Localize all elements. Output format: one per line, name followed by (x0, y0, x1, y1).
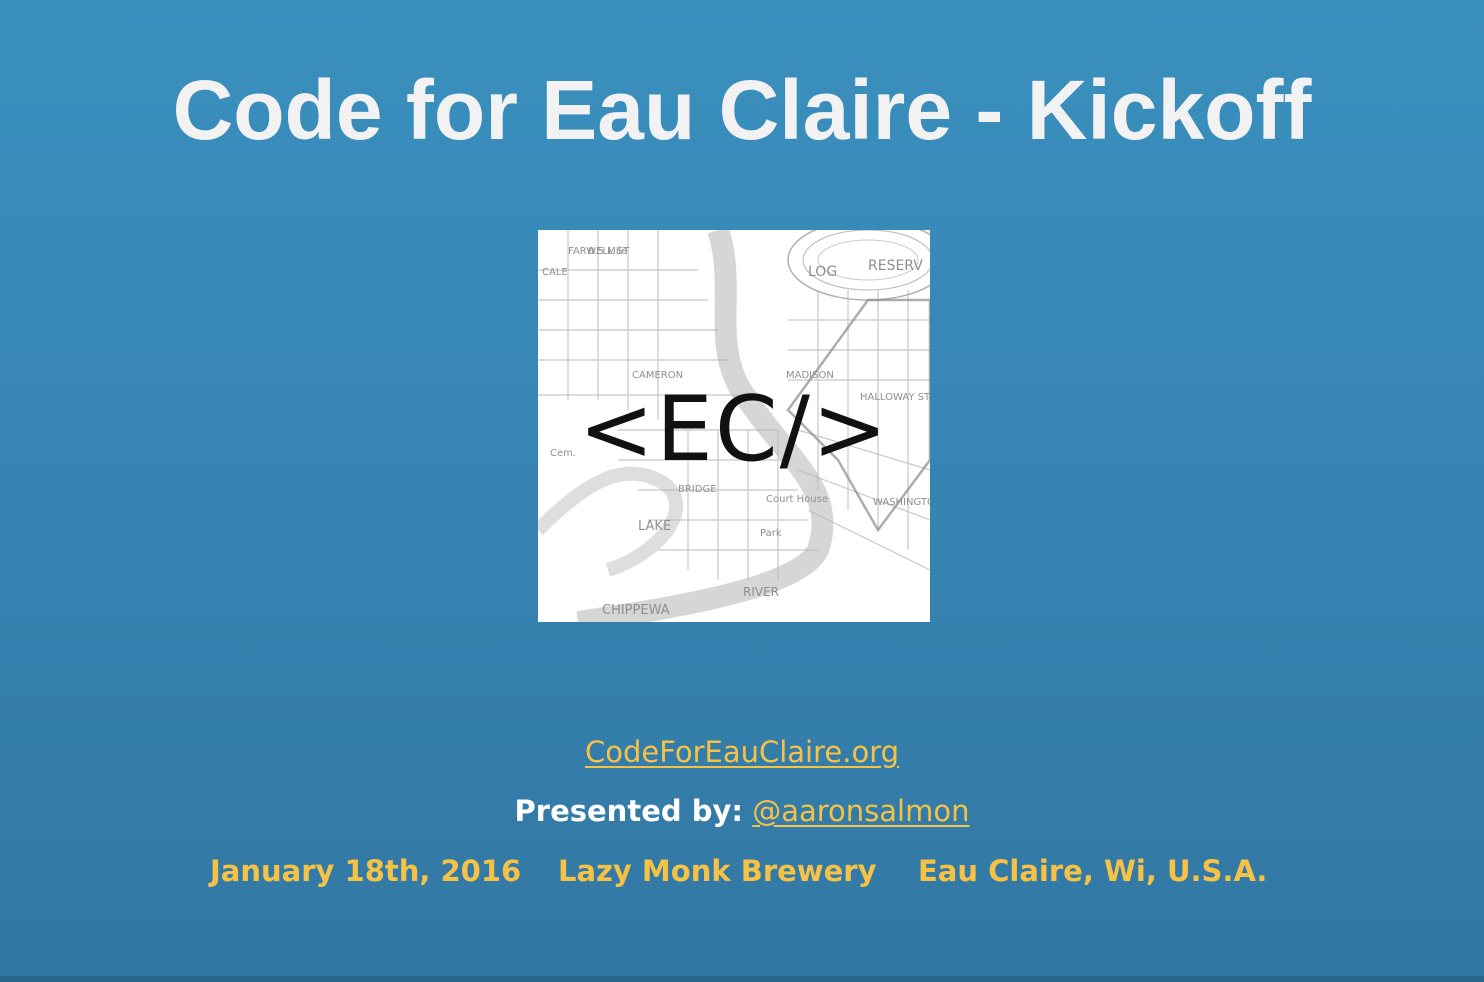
map-label: CALE (542, 267, 568, 278)
presenter-line: Presented by: @aaronsalmon (0, 791, 1484, 831)
ec-logo: FARWELL ST CALE 0.5 Mile LOG RESERV CAME… (538, 230, 930, 622)
website-link[interactable]: CodeForEauClaire.org (0, 732, 1484, 772)
event-location: Eau Claire, Wi, U.S.A. (918, 854, 1268, 888)
presenter-handle-link[interactable]: @aaronsalmon (752, 794, 969, 828)
map-label: WASHINGTON (873, 497, 930, 508)
map-label: Court House (766, 494, 828, 505)
map-label: LOG (808, 264, 837, 280)
bottom-edge (0, 976, 1484, 982)
map-label: LAKE (638, 519, 671, 534)
map-label: RIVER (743, 585, 779, 599)
map-label: CHIPPEWA (602, 603, 670, 618)
slide-title: Code for Eau Claire - Kickoff (172, 63, 1312, 157)
event-date: January 18th, 2016 (210, 854, 522, 888)
map-label: BRIDGE (678, 484, 717, 495)
map-label: 0.5 Mile (588, 246, 627, 257)
event-venue: Lazy Monk Brewery (558, 854, 877, 888)
map-label: Park (760, 528, 782, 539)
presenter-label: Presented by: (514, 794, 743, 828)
map-label: RESERV (868, 258, 923, 274)
logo-text: <EC/> (578, 377, 890, 482)
